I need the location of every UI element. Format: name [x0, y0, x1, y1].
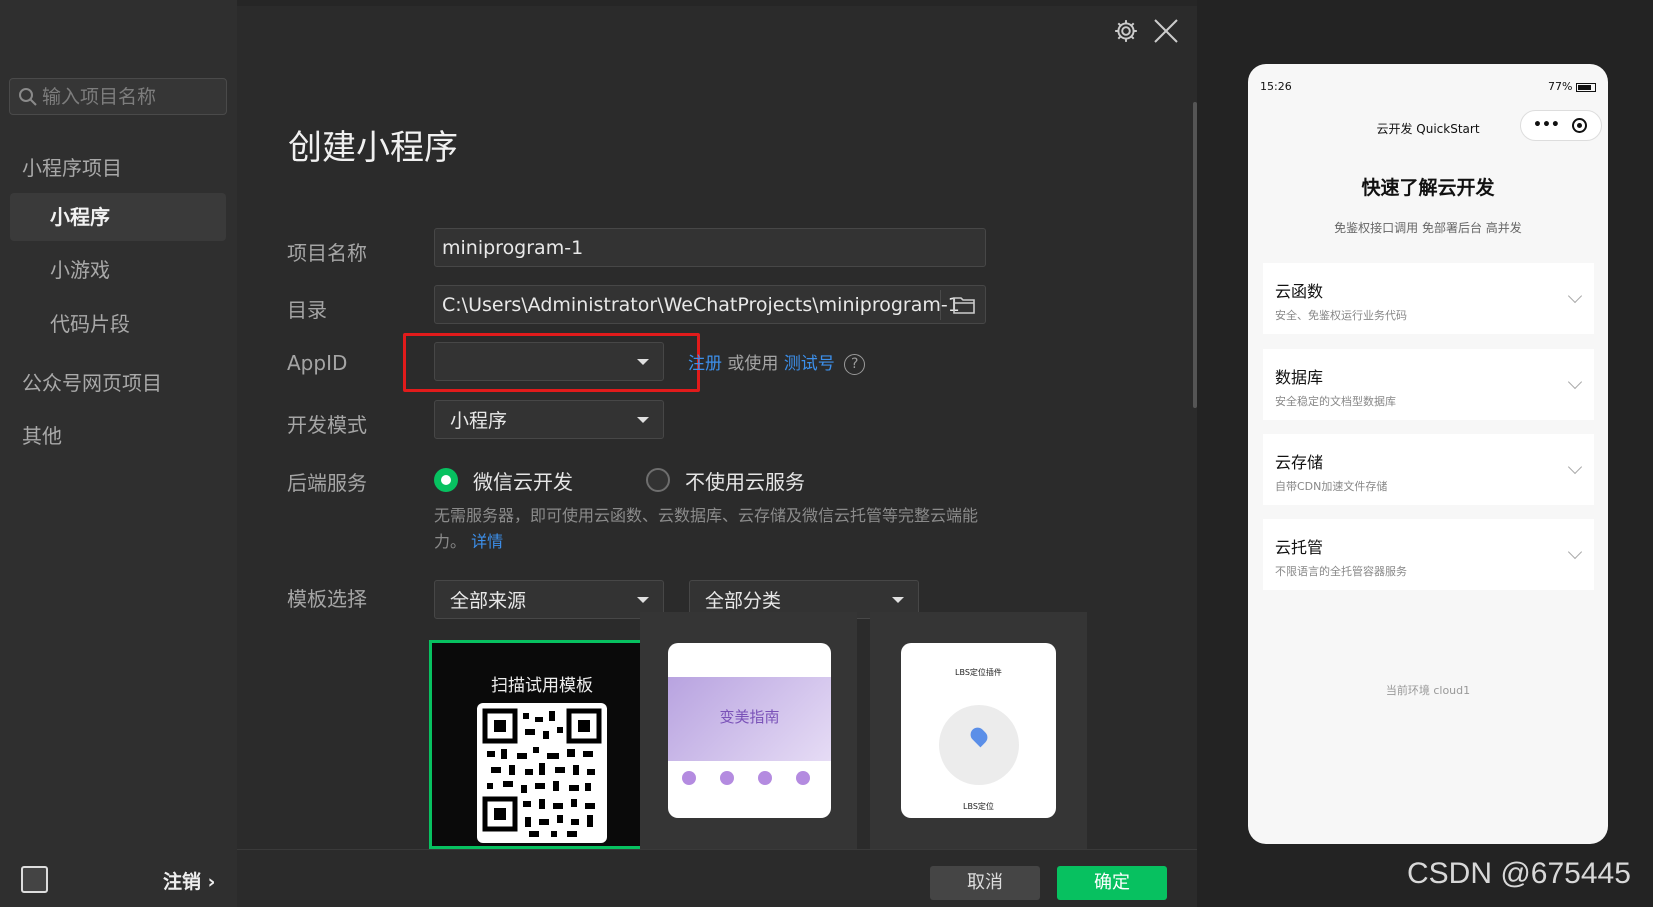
directory-label: 目录 [287, 298, 327, 322]
cancel-button[interactable]: 取消 [930, 866, 1040, 900]
template-source-value: 全部来源 [450, 590, 527, 612]
project-search[interactable] [9, 78, 227, 115]
feature-card[interactable]: 云托管 不限语言的全托管容器服务 [1263, 519, 1594, 590]
project-name-label: 项目名称 [287, 241, 367, 265]
logout-link[interactable]: 注销 › [163, 867, 215, 894]
status-battery: 77% [1548, 80, 1596, 93]
card-title: 云函数 [1275, 282, 1324, 301]
radio-cloud-dev[interactable] [434, 468, 458, 492]
template-source-select[interactable]: 全部来源 [434, 580, 664, 619]
avatar[interactable] [21, 866, 48, 893]
template-beauty-preview: 变美指南 [668, 643, 831, 818]
template-beauty-dot [758, 771, 772, 785]
chevron-down-icon [1567, 544, 1583, 560]
more-icon[interactable]: ••• [1533, 117, 1560, 133]
template-lbs-caption: LBS定位 [963, 802, 994, 811]
create-project-panel: 创建小程序 项目名称 miniprogram-1 目录 C:\Users\Adm… [237, 0, 1197, 907]
appid-highlight-box [403, 333, 700, 392]
test-account-link[interactable]: 测试号 [784, 354, 835, 374]
sidebar-item-miniprogram[interactable]: 小程序 [10, 193, 226, 241]
radio-no-cloud[interactable] [646, 468, 670, 492]
nav-group-other[interactable]: 其他 [22, 420, 62, 449]
capsule-menu[interactable]: ••• [1520, 110, 1602, 141]
backend-description: 无需服务器，即可使用云函数、云数据库、云存储及微信云托管等完整云端能力。 详情 [434, 503, 994, 555]
template-card-beauty[interactable]: 变美指南 [640, 612, 857, 849]
search-input[interactable] [42, 85, 222, 108]
card-title: 云托管 [1275, 538, 1324, 557]
devmode-value: 小程序 [450, 410, 508, 432]
watermark: CSDN @675445 [1407, 857, 1631, 890]
radio-cloud-dev-label[interactable]: 微信云开发 [473, 466, 573, 495]
project-name-value: miniprogram-1 [442, 236, 584, 259]
chevron-down-icon [637, 596, 649, 603]
status-bar: 15:26 77% [1260, 80, 1596, 93]
card-desc: 安全稳定的文档型数据库 [1275, 395, 1396, 408]
confirm-button[interactable]: 确定 [1057, 866, 1167, 900]
nav-group-miniprogram[interactable]: 小程序项目 [22, 152, 122, 181]
template-beauty-dot [720, 771, 734, 785]
chevron-down-icon [892, 596, 904, 603]
feature-card[interactable]: 云存储 自带CDN加速文件存储 [1263, 434, 1594, 505]
register-link[interactable]: 注册 [688, 354, 722, 374]
template-card-lbs[interactable]: LBS定位插件 LBS定位 [870, 612, 1087, 849]
or-use-text: 或使用 [727, 354, 779, 374]
devmode-select[interactable]: 小程序 [434, 400, 664, 439]
sidebar-item-snippet[interactable]: 代码片段 [10, 300, 226, 348]
template-category-value: 全部分类 [705, 590, 782, 612]
card-desc: 安全、免鉴权运行业务代码 [1275, 309, 1407, 322]
template-lbs-preview: LBS定位插件 LBS定位 [901, 643, 1056, 818]
map-pin-icon [939, 705, 1019, 785]
template-lbs-title: LBS定位插件 [955, 668, 1002, 677]
chevron-down-icon [1567, 288, 1583, 304]
folder-icon[interactable] [953, 295, 975, 315]
help-icon[interactable]: ? [844, 353, 866, 375]
footer-bar [237, 849, 1197, 907]
chevron-down-icon [1567, 459, 1583, 475]
phone-preview: 15:26 77% 云开发 QuickStart ••• 快速了解云开发 免鉴权… [1248, 64, 1608, 844]
phone-subheading: 免鉴权接口调用 免部署后台 高并发 [1334, 221, 1522, 235]
template-beauty-banner-text: 变美指南 [719, 708, 780, 726]
top-divider [237, 0, 1197, 6]
feature-card[interactable]: 云函数 安全、免鉴权运行业务代码 [1263, 263, 1594, 334]
project-name-input[interactable]: miniprogram-1 [434, 228, 986, 267]
appid-label: AppID [287, 351, 348, 375]
feature-card[interactable]: 数据库 安全稳定的文档型数据库 [1263, 349, 1594, 420]
card-title: 云存储 [1275, 453, 1324, 472]
chevron-down-icon [637, 416, 649, 423]
directory-value: C:\Users\Administrator\WeChatProjects\mi… [442, 293, 960, 316]
radio-no-cloud-label[interactable]: 不使用云服务 [685, 466, 805, 495]
template-card-scan[interactable]: 扫描试用模板 [429, 640, 655, 849]
qr-code-image [477, 703, 607, 843]
battery-icon [1576, 82, 1596, 92]
gear-icon[interactable] [1113, 18, 1139, 44]
template-beauty-dot [796, 771, 810, 785]
status-time: 15:26 [1260, 80, 1292, 93]
backend-label: 后端服务 [287, 471, 367, 495]
battery-percent: 77% [1548, 80, 1573, 93]
phone-heading: 快速了解云开发 [1361, 177, 1495, 199]
template-scan-title: 扫描试用模板 [491, 676, 593, 696]
record-icon[interactable] [1572, 118, 1587, 133]
sidebar-item-minigame[interactable]: 小游戏 [10, 246, 226, 294]
search-icon [19, 87, 37, 106]
template-label: 模板选择 [287, 587, 367, 611]
phone-env-text: 当前环境 cloud1 [1385, 684, 1471, 697]
backend-desc-text: 无需服务器，即可使用云函数、云数据库、云存储及微信云托管等完整云端能力。 [434, 506, 979, 551]
directory-input[interactable]: C:\Users\Administrator\WeChatProjects\mi… [434, 285, 986, 324]
card-desc: 不限语言的全托管容器服务 [1275, 565, 1407, 578]
sidebar: 小程序项目 小程序 小游戏 代码片段 公众号网页项目 其他 注销 › [0, 0, 237, 907]
page-title: 创建小程序 [288, 128, 458, 168]
card-desc: 自带CDN加速文件存储 [1275, 480, 1388, 493]
card-title: 数据库 [1275, 368, 1324, 387]
devmode-label: 开发模式 [287, 413, 367, 437]
nav-group-official-account[interactable]: 公众号网页项目 [22, 367, 162, 396]
details-link[interactable]: 详情 [471, 532, 503, 551]
appid-links: 注册 或使用 测试号 ? [688, 349, 866, 375]
directory-divider [940, 290, 941, 320]
template-beauty-dot [682, 771, 696, 785]
chevron-down-icon [1567, 374, 1583, 390]
close-icon[interactable] [1152, 17, 1180, 45]
